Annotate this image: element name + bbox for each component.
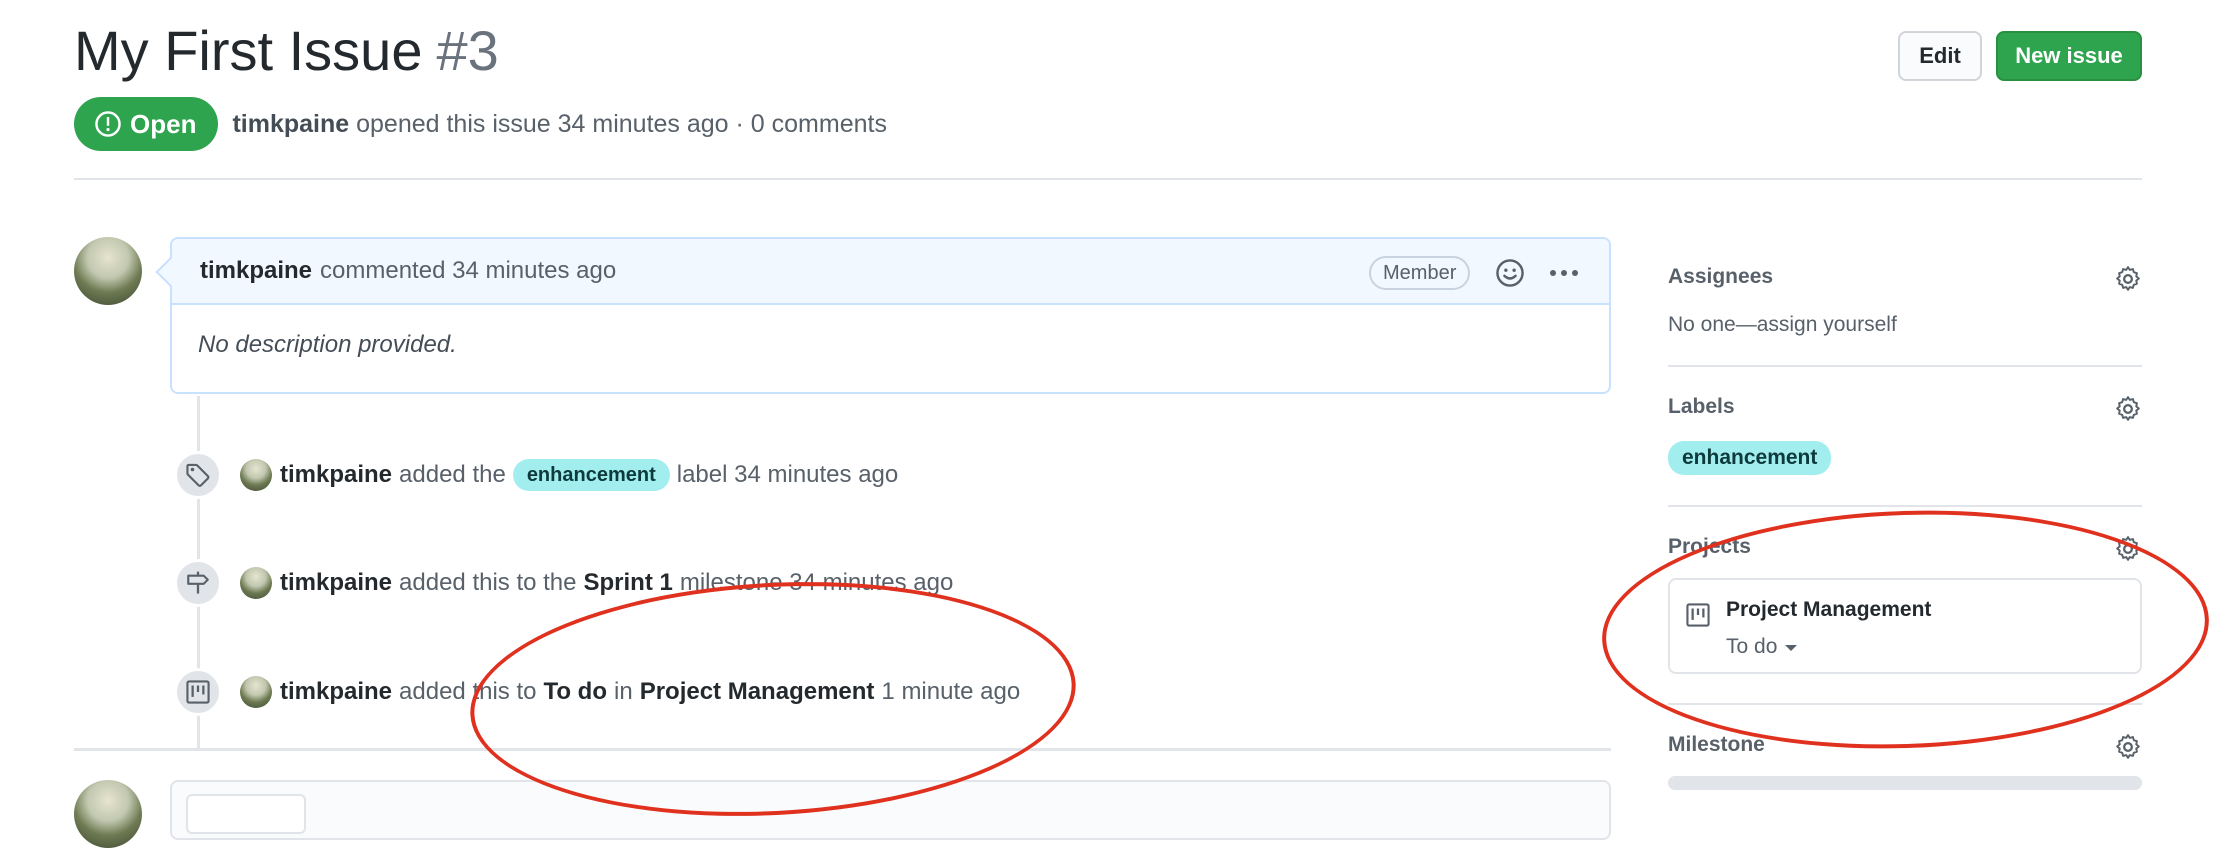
event-text: added this to [399,678,537,705]
new-issue-button[interactable]: New issue [1996,31,2142,81]
assign-yourself-link[interactable]: No one—assign yourself [1668,313,2142,337]
sidebar-projects: Projects [1668,535,2142,565]
timeline-badge [174,559,222,607]
comment-box: timkpaine commented 34 minutes ago Membe… [170,237,1611,394]
event-author-link[interactable]: timkpaine [280,461,392,489]
status-label: Open [130,108,197,139]
project-icon [1686,603,1710,627]
sidebar-milestone: Milestone [1668,733,2142,763]
project-column-link[interactable]: To do [543,678,607,706]
sidebar-assignees: Assignees No one—assign yourself [1668,265,2142,345]
header-divider [74,178,2142,180]
event-text: added this to the [399,569,577,596]
event-text: added the [399,461,506,488]
sidebar-divider [1668,703,2142,705]
project-name-link[interactable]: Project Management [1726,598,1931,622]
comment-author-link[interactable]: timkpaine [200,257,312,285]
gear-icon[interactable] [2114,535,2142,563]
milestone-icon [187,571,209,594]
project-icon [186,680,210,704]
gear-icon[interactable] [2114,395,2142,423]
label-enhancement[interactable]: enhancement [1668,441,1832,475]
issue-number: #3 [436,19,499,82]
issue-status-row: Open timkpaine opened this issue 34 minu… [74,97,887,151]
edit-button[interactable]: Edit [1898,31,1982,81]
sidebar-heading[interactable]: Milestone [1668,733,2142,757]
event-text: milestone 34 minutes ago [679,569,954,596]
sidebar-divider [1668,505,2142,507]
gear-icon[interactable] [2114,265,2142,293]
issue-title: My First Issue [74,19,423,82]
issue-opened-text: opened this issue 34 minutes ago · 0 com… [356,109,887,138]
label-enhancement[interactable]: enhancement [512,459,670,491]
project-column-dropdown[interactable]: To do [1726,635,1798,659]
member-badge: Member [1369,256,1471,290]
milestone-progress-bar [1668,776,2142,790]
issue-meta: timkpaine opened this issue 34 minutes a… [232,110,887,139]
avatar[interactable] [240,676,272,708]
event-author-link[interactable]: timkpaine [280,569,392,597]
timeline-badge [174,451,222,499]
new-comment-box [170,780,1611,840]
issue-author-link[interactable]: timkpaine [232,110,349,138]
sidebar-heading[interactable]: Labels [1668,395,2142,419]
comment-header: timkpaine commented 34 minutes ago Membe… [172,239,1609,305]
project-column-value: To do [1726,635,1778,658]
comment-body: No description provided. [198,331,457,358]
timeline-item-label: timkpaine added the enhancement label 34… [174,451,898,499]
gear-icon[interactable] [2114,733,2142,761]
write-tab[interactable] [186,794,306,834]
timeline-divider [74,748,1611,751]
avatar[interactable] [240,459,272,491]
sidebar-heading[interactable]: Assignees [1668,265,2142,289]
milestone-link[interactable]: Sprint 1 [584,569,673,597]
comment-timestamp[interactable]: commented 34 minutes ago [320,257,616,285]
timeline-item-project: timkpaine added this to To do in Project… [174,668,1020,716]
status-badge: Open [74,97,219,151]
issue-title-row: My First Issue #3 [74,18,499,83]
avatar[interactable] [74,237,142,305]
caret-down-icon [1785,645,1798,651]
event-text: in [614,678,633,705]
avatar[interactable] [240,567,272,599]
event-text: 1 minute ago [881,678,1021,705]
sidebar-heading[interactable]: Projects [1668,535,2142,559]
tag-icon [186,463,210,487]
kebab-horizontal-icon[interactable] [1548,261,1580,285]
event-author-link[interactable]: timkpaine [280,678,392,706]
timeline-item-milestone: timkpaine added this to the Sprint 1 mil… [174,559,953,607]
project-link[interactable]: Project Management [640,678,875,706]
timeline-badge [174,668,222,716]
avatar [74,780,142,848]
event-text: label 34 minutes ago [676,461,899,488]
sidebar-labels: Labels enhancement [1668,395,2142,475]
smiley-icon[interactable] [1495,258,1525,288]
project-card[interactable]: Project Management To do [1668,578,2142,674]
sidebar-divider [1668,365,2142,367]
issue-opened-icon [95,111,121,137]
